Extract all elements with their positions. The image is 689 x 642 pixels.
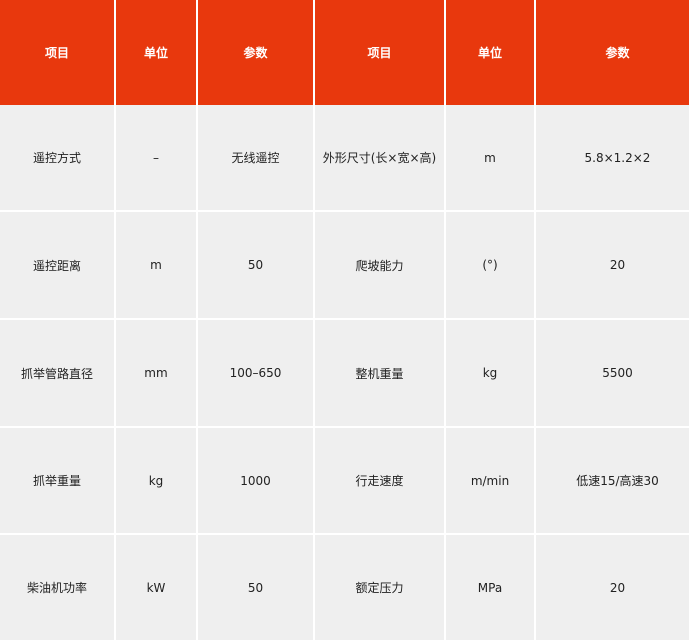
table-cell-param: 20	[536, 212, 689, 320]
table-cell-param: 50	[198, 535, 313, 642]
table-cell-item: 遥控方式	[0, 105, 114, 212]
table-cell-item: 外形尺寸(长×宽×高)	[315, 105, 444, 212]
table-cell-param: 5500	[536, 320, 689, 428]
table-cell-unit: mm	[116, 320, 196, 428]
table-cell-unit: MPa	[446, 535, 534, 642]
table-cell-param: 5.8×1.2×2	[536, 105, 689, 212]
table-cell-unit: kg	[446, 320, 534, 428]
table-cell-unit: –	[116, 105, 196, 212]
table-cell-param: 1000	[198, 428, 313, 535]
table-cell-item: 行走速度	[315, 428, 444, 535]
table-cell-item: 柴油机功率	[0, 535, 114, 642]
header-param-1: 参数	[198, 0, 313, 105]
table-cell-param: 100–650	[198, 320, 313, 428]
table-cell-unit: kW	[116, 535, 196, 642]
table-cell-unit: m	[116, 212, 196, 320]
table-cell-param: 20	[536, 535, 689, 642]
table-cell-param: 50	[198, 212, 313, 320]
table-cell-item: 抓举重量	[0, 428, 114, 535]
header-unit-2: 单位	[446, 0, 534, 105]
header-unit-1: 单位	[116, 0, 196, 105]
header-item-1: 项目	[0, 0, 114, 105]
table-cell-item: 额定压力	[315, 535, 444, 642]
table-cell-item: 遥控距离	[0, 212, 114, 320]
table-cell-unit: m	[446, 105, 534, 212]
table-cell-unit: m/min	[446, 428, 534, 535]
table-cell-param: 无线遥控	[198, 105, 313, 212]
table-cell-item: 爬坡能力	[315, 212, 444, 320]
table-cell-item: 整机重量	[315, 320, 444, 428]
spec-table: 项目 单位 参数 项目 单位 参数 遥控方式 – 无线遥控 外形尺寸(长×宽×高…	[0, 0, 689, 642]
table-cell-item: 抓举管路直径	[0, 320, 114, 428]
table-cell-param: 低速15/高速30	[536, 428, 689, 535]
header-param-2: 参数	[536, 0, 689, 105]
table-cell-unit: kg	[116, 428, 196, 535]
table-cell-unit: (°)	[446, 212, 534, 320]
header-item-2: 项目	[315, 0, 444, 105]
